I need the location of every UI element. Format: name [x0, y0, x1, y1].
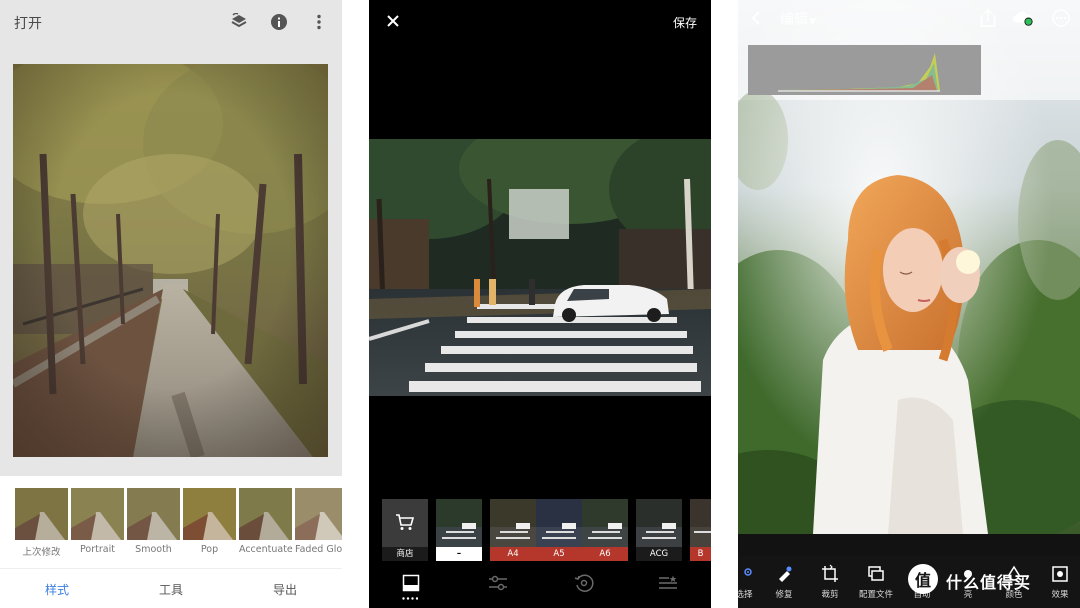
active-indicator-dots: [402, 597, 418, 600]
watermark-text: 什么值得买: [946, 573, 1032, 592]
style-preset-label: 上次修改: [22, 547, 61, 558]
selective-icon: [744, 568, 752, 576]
watermark-logo: 值: [908, 564, 938, 594]
preset-a4[interactable]: A4: [490, 499, 536, 561]
profiles-icon: [868, 566, 884, 581]
style-preset[interactable]: 上次修改: [15, 488, 68, 558]
style-preset[interactable]: Faded Glow: [295, 488, 342, 555]
crop-icon: [822, 564, 838, 582]
snapseed-topbar: 打开: [0, 0, 342, 46]
smzdm-watermark: 值 什么值得买: [906, 560, 1080, 604]
store-label: 商店: [382, 547, 428, 561]
preset-label: A4: [490, 547, 536, 561]
preset-b[interactable]: B: [690, 499, 711, 561]
close-icon[interactable]: [385, 13, 401, 29]
preset-label: –: [436, 547, 482, 561]
snapseed-panel: 打开 上次修改 Portrait Smooth Pop Accentuate F…: [0, 0, 342, 608]
tool-profiles[interactable]: 配置文件: [854, 564, 898, 600]
preset-label: B: [690, 547, 711, 561]
tool-healing[interactable]: 修复: [762, 564, 806, 600]
cloud-sync-icon[interactable]: [1012, 8, 1034, 28]
lightroom-panel: 编辑▼ 选择 修复 裁剪 配置文件 自动 亮 颜色 效果 值 什么值得买: [738, 0, 1080, 608]
chevron-down-icon: ▼: [809, 17, 816, 27]
tool-label: 裁剪: [821, 590, 839, 600]
preset-acg[interactable]: ACG: [636, 499, 682, 561]
style-preset[interactable]: Portrait: [71, 488, 124, 555]
style-preset-label: Smooth: [135, 544, 172, 555]
save-button[interactable]: 保存: [673, 14, 697, 31]
back-icon[interactable]: [750, 10, 762, 26]
vsco-panel: 保存 商店 – A4 A5 A6 ACG B: [369, 0, 711, 608]
preset-none[interactable]: –: [436, 499, 482, 561]
preset-a5[interactable]: A5: [536, 499, 582, 561]
edit-mode-dropdown[interactable]: 编辑▼: [780, 9, 816, 29]
style-preset[interactable]: Smooth: [127, 488, 180, 555]
style-preset-label: Portrait: [80, 544, 115, 555]
preset-label: A6: [582, 547, 628, 561]
style-preset-label: Accentuate: [239, 544, 293, 555]
cart-icon: [396, 514, 415, 530]
watermark-logo-char: 值: [914, 571, 931, 590]
adjust-sliders-icon[interactable]: [487, 572, 509, 594]
more-vertical-icon[interactable]: [308, 11, 330, 33]
tool-crop[interactable]: 裁剪: [808, 564, 852, 600]
store-button[interactable]: 商店: [382, 499, 428, 561]
histogram: [748, 45, 981, 95]
style-preset[interactable]: Pop: [183, 488, 236, 555]
share-icon[interactable]: [977, 8, 999, 28]
preset-label: ACG: [636, 547, 682, 561]
preset-a6[interactable]: A6: [582, 499, 628, 561]
main-photo-crosswalk: [369, 139, 711, 396]
preset-label: A5: [536, 547, 582, 561]
tab-styles[interactable]: 样式: [27, 581, 87, 598]
main-photo-avenue: [13, 64, 328, 457]
info-icon[interactable]: [268, 11, 290, 33]
tool-label: 修复: [775, 590, 793, 600]
more-icon[interactable]: [1050, 8, 1072, 28]
tool-label: 配置文件: [858, 590, 893, 600]
history-icon[interactable]: [573, 572, 595, 594]
lightroom-topbar: 编辑▼: [738, 0, 1080, 36]
recipes-icon[interactable]: [657, 572, 679, 594]
style-preset[interactable]: Accentuate: [239, 488, 293, 555]
tab-export[interactable]: 导出: [255, 581, 315, 598]
style-presets-strip: 上次修改 Portrait Smooth Pop Accentuate Fade…: [0, 476, 342, 568]
tab-tools[interactable]: 工具: [141, 581, 201, 598]
open-button[interactable]: 打开: [14, 13, 42, 33]
healing-brush-icon: [779, 566, 792, 582]
style-preset-label: Pop: [200, 544, 219, 555]
presets-icon[interactable]: [400, 572, 422, 594]
edit-mode-label: 编辑: [780, 12, 808, 28]
snapseed-tab-bar: 样式 工具 导出: [0, 568, 342, 608]
undo-layers-icon[interactable]: [228, 11, 250, 33]
style-preset-label: Faded Glow: [295, 544, 342, 555]
